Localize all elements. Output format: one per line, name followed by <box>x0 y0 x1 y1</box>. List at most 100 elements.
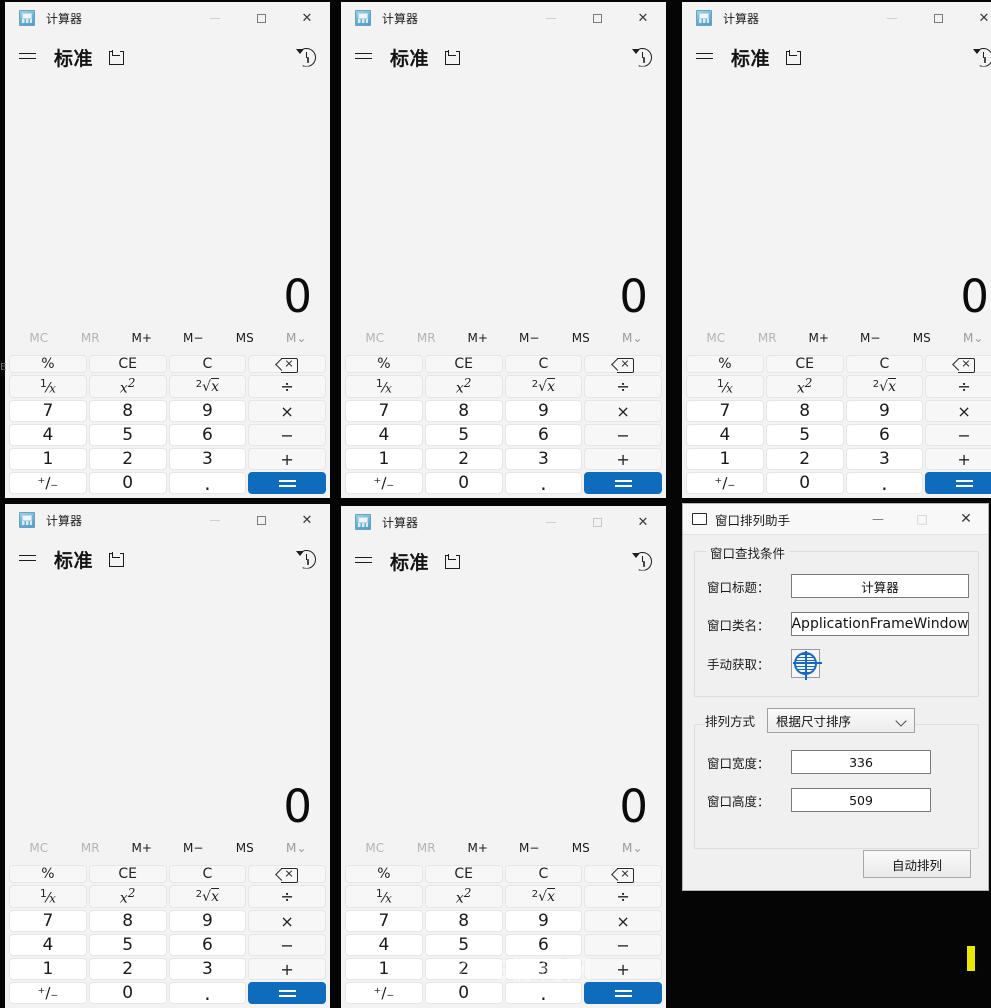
minimize-button[interactable] <box>192 2 238 34</box>
key-1[interactable]: 1 <box>9 958 87 980</box>
key-backspace[interactable] <box>248 355 326 374</box>
key-clear[interactable]: C <box>168 865 247 884</box>
history-icon[interactable] <box>632 552 652 571</box>
key-clear[interactable]: C <box>168 355 247 374</box>
key-7[interactable]: 7 <box>345 400 423 422</box>
memory-madd[interactable]: M+ <box>116 841 168 855</box>
dialog-minimize-button[interactable]: — <box>856 504 900 535</box>
memory-more[interactable]: M⌄ <box>607 331 659 345</box>
key-5[interactable]: 5 <box>424 934 503 956</box>
key-7[interactable]: 7 <box>9 400 87 422</box>
key-9[interactable]: 9 <box>168 910 247 932</box>
target-crosshair-icon[interactable] <box>791 648 820 678</box>
key-square[interactable]: x2 <box>88 375 167 398</box>
calculator-window-1[interactable]: 计算器 ✕ 标准 0 MC MR M+ M− MS M⌄ % CE C 1⁄x x2 2√… <box>5 2 330 498</box>
dialog-close-button[interactable]: ✕ <box>944 504 988 535</box>
key-add[interactable]: + <box>248 958 326 980</box>
key-2[interactable]: 2 <box>88 448 167 470</box>
key-3[interactable]: 3 <box>504 958 583 980</box>
window-class-input[interactable]: ApplicationFrameWindow <box>791 612 969 636</box>
memory-more[interactable]: M⌄ <box>948 331 991 345</box>
close-button[interactable]: ✕ <box>620 506 666 538</box>
key-equals[interactable] <box>248 982 326 1004</box>
hamburger-icon[interactable] <box>355 51 373 64</box>
minimize-button[interactable] <box>528 2 574 34</box>
memory-mr[interactable]: MR <box>65 841 117 855</box>
key-4[interactable]: 4 <box>686 424 764 446</box>
key-square[interactable]: x2 <box>765 375 844 398</box>
key-5[interactable]: 5 <box>765 424 844 446</box>
key-divide[interactable]: ÷ <box>584 375 662 398</box>
hamburger-icon[interactable] <box>19 51 37 64</box>
hamburger-icon[interactable] <box>19 553 37 566</box>
pin-window-icon[interactable] <box>445 50 461 65</box>
pin-window-icon[interactable] <box>445 554 461 569</box>
key-0[interactable]: 0 <box>88 982 167 1004</box>
key-8[interactable]: 8 <box>424 910 503 932</box>
memory-madd[interactable]: M+ <box>116 331 168 345</box>
key-subtract[interactable]: − <box>248 934 326 956</box>
close-button[interactable]: ✕ <box>961 2 991 34</box>
key-reciprocal[interactable]: 1⁄x <box>9 885 87 908</box>
key-multiply[interactable]: × <box>248 910 326 932</box>
key-multiply[interactable]: × <box>584 910 662 932</box>
memory-mr[interactable]: MR <box>401 331 453 345</box>
close-button[interactable]: ✕ <box>620 2 666 34</box>
key-1[interactable]: 1 <box>345 958 423 980</box>
key-2[interactable]: 2 <box>424 448 503 470</box>
memory-more[interactable]: M⌄ <box>271 841 323 855</box>
key-6[interactable]: 6 <box>168 424 247 446</box>
key-6[interactable]: 6 <box>504 424 583 446</box>
close-button[interactable]: ✕ <box>284 504 330 536</box>
window-arrange-dialog[interactable]: 窗口排列助手 — □ ✕ 窗口查找条件 窗口标题： 计算器 窗口类名： Appl… <box>682 503 989 891</box>
key-clear-entry[interactable]: CE <box>88 355 167 374</box>
key-1[interactable]: 1 <box>9 448 87 470</box>
history-icon[interactable] <box>632 48 652 67</box>
maximize-button[interactable] <box>238 504 284 536</box>
key-3[interactable]: 3 <box>504 448 583 470</box>
key-divide[interactable]: ÷ <box>248 885 326 908</box>
titlebar[interactable]: 计算器 ✕ <box>682 2 991 34</box>
key-percent[interactable]: % <box>686 355 764 374</box>
key-add[interactable]: + <box>584 448 662 470</box>
key-1[interactable]: 1 <box>686 448 764 470</box>
memory-mr[interactable]: MR <box>742 331 794 345</box>
key-8[interactable]: 8 <box>88 910 167 932</box>
key-5[interactable]: 5 <box>88 424 167 446</box>
memory-ms[interactable]: MS <box>896 331 948 345</box>
key-decimal[interactable]: . <box>168 472 247 494</box>
dialog-window-controls[interactable]: — □ ✕ <box>856 504 988 535</box>
key-clear-entry[interactable]: CE <box>765 355 844 374</box>
calculator-window-2[interactable]: 计算器 ✕ 标准 0 MC MR M+ M− MS M⌄ % CE C 1⁄x x2 2√… <box>341 2 666 498</box>
key-6[interactable]: 6 <box>168 934 247 956</box>
key-4[interactable]: 4 <box>9 424 87 446</box>
history-icon[interactable] <box>973 48 991 67</box>
key-square-root[interactable]: 2√x <box>845 375 924 398</box>
key-3[interactable]: 3 <box>168 958 247 980</box>
key-clear-entry[interactable]: CE <box>424 865 503 884</box>
key-subtract[interactable]: − <box>248 424 326 446</box>
key-5[interactable]: 5 <box>424 424 503 446</box>
key-9[interactable]: 9 <box>168 400 247 422</box>
history-icon[interactable] <box>296 48 316 67</box>
calculator-window-5[interactable]: 计算器 ✕ 标准 0 MC MR M+ M− MS M⌄ % CE C 1⁄x x2 2√… <box>341 506 666 1008</box>
memory-more[interactable]: M⌄ <box>271 331 323 345</box>
memory-msub[interactable]: M− <box>504 841 556 855</box>
key-subtract[interactable]: − <box>925 424 991 446</box>
maximize-button[interactable] <box>238 2 284 34</box>
memory-ms[interactable]: MS <box>555 331 607 345</box>
key-9[interactable]: 9 <box>504 910 583 932</box>
window-controls[interactable]: ✕ <box>192 504 330 536</box>
titlebar[interactable]: 计算器 ✕ <box>5 2 330 34</box>
history-icon[interactable] <box>296 550 316 569</box>
key-0[interactable]: 0 <box>424 472 503 494</box>
key-decimal[interactable]: . <box>504 982 583 1004</box>
key-multiply[interactable]: × <box>584 400 662 422</box>
key-square-root[interactable]: 2√x <box>168 375 247 398</box>
key-clear[interactable]: C <box>504 865 583 884</box>
key-add[interactable]: + <box>584 958 662 980</box>
key-divide[interactable]: ÷ <box>925 375 991 398</box>
key-clear[interactable]: C <box>504 355 583 374</box>
maximize-button[interactable] <box>915 2 961 34</box>
window-controls[interactable]: ✕ <box>528 506 666 538</box>
